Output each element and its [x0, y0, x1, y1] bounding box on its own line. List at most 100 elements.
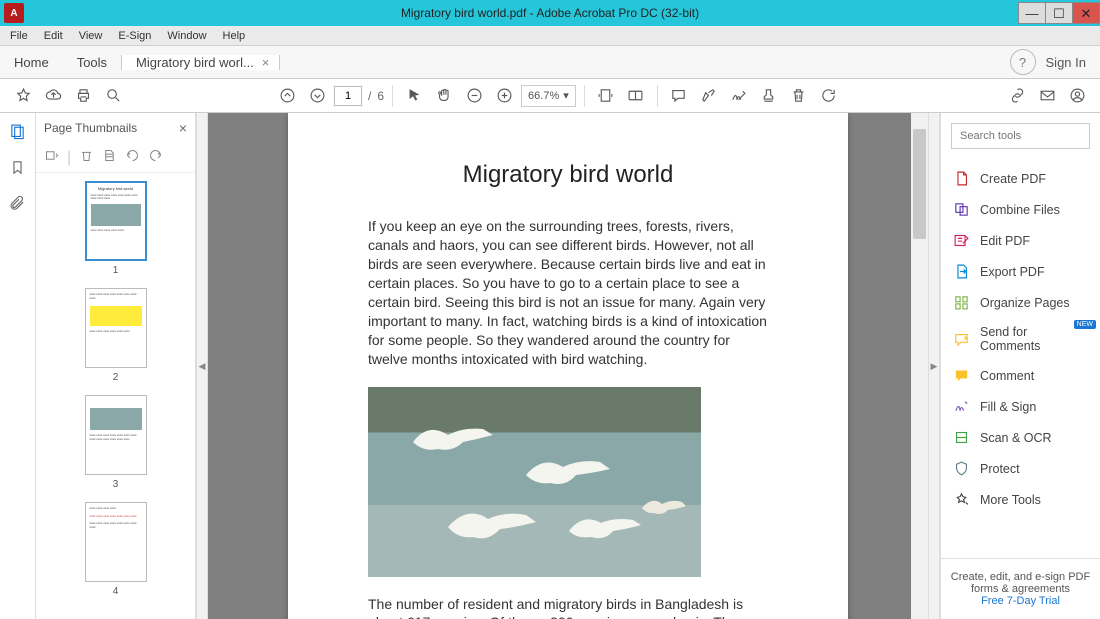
- vertical-scrollbar[interactable]: [911, 113, 928, 619]
- tool-create-pdf[interactable]: Create PDF: [941, 163, 1100, 194]
- tab-close-icon[interactable]: ×: [262, 55, 270, 70]
- page-down-icon[interactable]: [304, 83, 330, 109]
- thumbnails-close-icon[interactable]: ×: [179, 120, 187, 136]
- note-icon[interactable]: [666, 83, 692, 109]
- tool-edit-pdf[interactable]: Edit PDF: [941, 225, 1100, 256]
- tool-label: More Tools: [980, 493, 1041, 507]
- thumb-delete-icon[interactable]: [79, 148, 94, 168]
- zoom-select[interactable]: 66.7% ▾: [521, 85, 576, 107]
- menu-bar: FileEditViewE-SignWindowHelp: [0, 26, 1100, 46]
- tab-document[interactable]: Migratory bird worl... ×: [121, 55, 280, 70]
- tab-document-label: Migratory bird worl...: [136, 55, 254, 70]
- select-tool-icon[interactable]: [401, 83, 427, 109]
- minimize-button[interactable]: —: [1018, 2, 1046, 24]
- thumbnails-rail-icon[interactable]: [8, 121, 28, 141]
- tool-comment[interactable]: Comment: [941, 360, 1100, 391]
- collapse-left-handle[interactable]: ◀: [196, 113, 208, 619]
- attachments-rail-icon[interactable]: [8, 193, 28, 213]
- tool-export-pdf[interactable]: Export PDF: [941, 256, 1100, 287]
- tool-label: Fill & Sign: [980, 400, 1036, 414]
- thumbnail-page-2[interactable]: xxxx xxxx xxxx xxxx xxxx xxxx xxxx xxxxx…: [36, 288, 195, 383]
- star-icon[interactable]: [10, 83, 36, 109]
- tool-organize-pages[interactable]: Organize Pages: [941, 287, 1100, 318]
- page-indicator: / 6: [334, 86, 384, 106]
- tool-fill-sign[interactable]: Fill & Sign: [941, 391, 1100, 422]
- delete-icon[interactable]: [786, 83, 812, 109]
- thumbnail-page-3[interactable]: xxxx xxxx xxxx xxxx xxxx xxxx xxxx xxxx …: [36, 395, 195, 490]
- thumb-options-icon[interactable]: [44, 148, 59, 168]
- thumb-redo-icon[interactable]: [148, 148, 163, 168]
- promo-box: Create, edit, and e-sign PDF forms & agr…: [941, 558, 1100, 619]
- doc-para-1: If you keep an eye on the surrounding tr…: [368, 217, 768, 368]
- page-up-icon[interactable]: [274, 83, 300, 109]
- tool-combine-files[interactable]: Combine Files: [941, 194, 1100, 225]
- protect-icon: [953, 460, 970, 477]
- menu-esign[interactable]: E-Sign: [110, 28, 159, 44]
- left-rail: [0, 113, 36, 619]
- doc-para-2: The number of resident and migratory bir…: [368, 595, 768, 619]
- promo-text: Create, edit, and e-sign PDF forms & agr…: [949, 571, 1092, 595]
- right-panel: Create PDF Combine Files Edit PDF Export PD…: [940, 113, 1100, 619]
- collapse-right-handle[interactable]: ▶: [928, 113, 940, 619]
- tool-label: Edit PDF: [980, 234, 1030, 248]
- email-icon[interactable]: [1034, 83, 1060, 109]
- edit-icon: [953, 232, 970, 249]
- tab-home[interactable]: Home: [0, 46, 63, 78]
- cloud-upload-icon[interactable]: [40, 83, 66, 109]
- toolbar: / 6 66.7% ▾: [0, 79, 1100, 113]
- find-icon[interactable]: [100, 83, 126, 109]
- zoom-in-icon[interactable]: [491, 83, 517, 109]
- hand-tool-icon[interactable]: [431, 83, 457, 109]
- promo-link[interactable]: Free 7-Day Trial: [981, 595, 1060, 607]
- menu-help[interactable]: Help: [215, 28, 254, 44]
- tool-more-tools[interactable]: More Tools: [941, 484, 1100, 515]
- share-link-icon[interactable]: [1004, 83, 1030, 109]
- comment-icon: [953, 367, 970, 384]
- app-icon: A: [4, 3, 24, 23]
- menu-edit[interactable]: Edit: [36, 28, 71, 44]
- thumb-pages-icon[interactable]: [102, 148, 117, 168]
- tool-protect[interactable]: Protect: [941, 453, 1100, 484]
- search-tools-input[interactable]: [951, 123, 1090, 149]
- page-sep: /: [368, 89, 371, 103]
- export-icon: [953, 263, 970, 280]
- thumb-undo-icon[interactable]: [125, 148, 140, 168]
- tool-label: Protect: [980, 462, 1020, 476]
- tool-scan-ocr[interactable]: Scan & OCR: [941, 422, 1100, 453]
- menu-window[interactable]: Window: [159, 28, 214, 44]
- tool-label: Export PDF: [980, 265, 1045, 279]
- stamp-icon[interactable]: [756, 83, 782, 109]
- thumbnail-page-4[interactable]: xxxx xxxx xxxx xxxxxxxx xxxx xxxx xxxx x…: [36, 502, 195, 597]
- document-view[interactable]: Migratory bird world If you keep an eye …: [208, 113, 928, 619]
- help-button[interactable]: ?: [1010, 49, 1036, 75]
- tool-send-for-comments[interactable]: Send for CommentsNEW: [941, 318, 1100, 360]
- window-title: Migratory bird world.pdf - Adobe Acrobat…: [401, 6, 699, 20]
- bird-image: [368, 387, 701, 577]
- zoom-out-icon[interactable]: [461, 83, 487, 109]
- rotate-icon[interactable]: [816, 83, 842, 109]
- tool-label: Combine Files: [980, 203, 1060, 217]
- thumbnails-title: Page Thumbnails: [44, 121, 137, 135]
- sign-icon: [953, 398, 970, 415]
- menu-view[interactable]: View: [71, 28, 111, 44]
- sign-icon[interactable]: [726, 83, 752, 109]
- zoom-value: 66.7%: [528, 90, 559, 102]
- close-button[interactable]: ✕: [1072, 2, 1100, 24]
- bookmarks-rail-icon[interactable]: [8, 157, 28, 177]
- maximize-button[interactable]: ☐: [1045, 2, 1073, 24]
- read-mode-icon[interactable]: [623, 83, 649, 109]
- title-bar: A Migratory bird world.pdf - Adobe Acrob…: [0, 0, 1100, 26]
- menu-file[interactable]: File: [2, 28, 36, 44]
- fit-width-icon[interactable]: [593, 83, 619, 109]
- highlight-icon[interactable]: [696, 83, 722, 109]
- tool-label: Organize Pages: [980, 296, 1070, 310]
- profile-icon[interactable]: [1064, 83, 1090, 109]
- page-total: 6: [377, 89, 384, 103]
- tool-label: Create PDF: [980, 172, 1046, 186]
- tab-tools[interactable]: Tools: [63, 46, 121, 78]
- sign-in-link[interactable]: Sign In: [1046, 55, 1086, 70]
- print-icon[interactable]: [70, 83, 96, 109]
- page-number-input[interactable]: [334, 86, 362, 106]
- tool-label: Send for Comments: [980, 325, 1088, 353]
- thumbnail-page-1[interactable]: Migratory bird worldxxxx xxxx xxxx xxxx …: [36, 181, 195, 276]
